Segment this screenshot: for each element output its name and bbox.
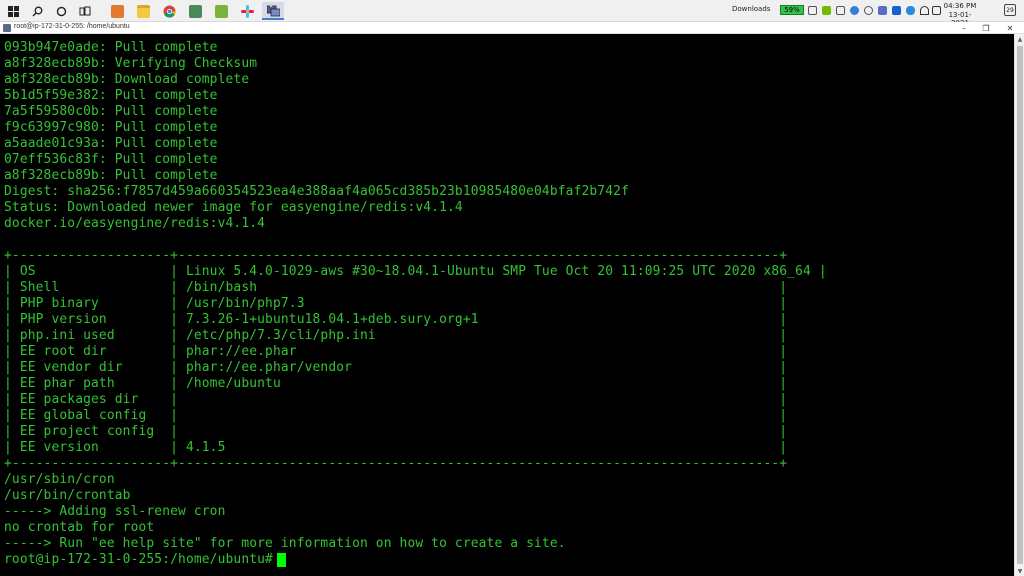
slack-icon	[240, 4, 254, 18]
table-row: | PHP binary | /usr/bin/php7.3 |	[4, 296, 788, 311]
table-row: | PHP version | 7.3.26-1+ubuntu18.04.1+d…	[4, 312, 788, 327]
terminal-line: 093b947e0ade: Pull complete	[4, 40, 218, 55]
table-row: | EE version | 4.1.5 |	[4, 440, 788, 455]
cortana-icon	[56, 6, 66, 16]
bluetooth-icon[interactable]	[892, 6, 901, 15]
terminal-prompt-line[interactable]: root@ip-172-31-0-255:/home/ubuntu#	[4, 552, 286, 568]
terminal-line: f9c63997c980: Pull complete	[4, 120, 218, 135]
table-row: | EE root dir | phar://ee.phar |	[4, 344, 788, 359]
table-border: +--------------------+------------------…	[4, 248, 788, 263]
system-tray: Downloads 59% 04:36 PM 13-01-2021 29	[694, 0, 1024, 27]
terminal-line: 07eff536c83f: Pull complete	[4, 152, 218, 167]
taskbar-app-putty[interactable]	[262, 2, 284, 20]
taskbar-app-slack[interactable]	[238, 2, 256, 20]
terminal-line: docker.io/easyengine/redis:v4.1.4	[4, 216, 266, 231]
taskbar-app-tool[interactable]	[186, 2, 204, 20]
shell-prompt: root@ip-172-31-0-255:/home/ubuntu#	[4, 552, 273, 567]
close-button[interactable]: ✕	[1000, 22, 1020, 34]
windows-start-icon	[7, 5, 19, 17]
minimize-button[interactable]: –	[954, 22, 974, 34]
table-row: | Shell | /bin/bash |	[4, 280, 788, 295]
taskbar-app-file-explorer[interactable]	[134, 2, 152, 20]
terminal-line: Digest: sha256:f7857d459a660354523ea4e38…	[4, 184, 629, 199]
notification-center-button[interactable]: 29	[1004, 4, 1016, 16]
scrollbar-thumb[interactable]	[1017, 46, 1023, 564]
clock-time[interactable]: 04:36 PM	[940, 2, 980, 10]
terminal-line: 5b1d5f59e382: Pull complete	[4, 88, 218, 103]
terminal-line: 7a5f59580c0b: Pull complete	[4, 104, 218, 119]
notepad-plus-icon	[214, 4, 228, 18]
scroll-down-arrow-icon[interactable]: ▼	[1015, 566, 1024, 576]
table-row: | EE phar path | /home/ubuntu |	[4, 376, 788, 391]
file-explorer-icon	[136, 4, 150, 18]
terminal-line: -----> Run "ee help site" for more infor…	[4, 536, 566, 551]
table-row: | OS | Linux 5.4.0-1029-aws #30~18.04.1-…	[4, 264, 827, 279]
terminal-line: a8f328ecb89b: Pull complete	[4, 168, 218, 183]
table-row: | EE global config | |	[4, 408, 788, 423]
cortana-button[interactable]	[52, 2, 70, 20]
terminal-line: -----> Adding ssl-renew cron	[4, 504, 226, 519]
tray-security-icon[interactable]	[864, 6, 873, 15]
windows-taskbar: Downloads 59% 04:36 PM 13-01-2021 29	[0, 0, 1024, 27]
taskbar-app-1[interactable]	[108, 2, 126, 20]
table-row: | EE vendor dir | phar://ee.phar/vendor …	[4, 360, 788, 375]
scroll-up-arrow-icon[interactable]: ▲	[1015, 34, 1024, 44]
search-icon	[32, 6, 42, 16]
putty-icon	[266, 3, 280, 16]
app-tool-icon	[188, 4, 202, 18]
table-row: | EE project config | |	[4, 424, 788, 439]
terminal-line: Status: Downloaded newer image for easye…	[4, 200, 463, 215]
terminal-cursor	[276, 553, 286, 567]
putty-window-icon[interactable]	[3, 24, 11, 32]
window-title: root@ip-172-31-0-255: /home/ubuntu	[14, 23, 130, 30]
wifi-icon[interactable]	[920, 6, 929, 15]
terminal-line: /usr/bin/crontab	[4, 488, 131, 503]
task-view-icon	[79, 6, 91, 15]
table-row: | EE packages dir | |	[4, 392, 788, 407]
app-orange-icon	[110, 4, 124, 18]
restore-button[interactable]: ❐	[976, 22, 996, 34]
terminal-line: a5aade01c93a: Pull complete	[4, 136, 218, 151]
windows-start-button[interactable]	[4, 2, 22, 20]
terminal-output[interactable]: 093b947e0ade: Pull complete a8f328ecb89b…	[0, 34, 1014, 576]
table-row: | php.ini used | /etc/php/7.3/cli/php.in…	[4, 328, 788, 343]
search-button[interactable]	[28, 2, 46, 20]
terminal-line: no crontab for root	[4, 520, 155, 535]
battery-indicator[interactable]: 59%	[780, 5, 804, 15]
taskbar-app-chrome[interactable]	[160, 2, 178, 20]
tray-shield-icon[interactable]	[850, 6, 859, 15]
window-title-bar[interactable]: root@ip-172-31-0-255: /home/ubuntu – ❐ ✕	[0, 22, 1024, 34]
taskbar-app-notepad[interactable]	[212, 2, 230, 20]
terminal-scrollbar[interactable]: ▲ ▼	[1014, 34, 1024, 576]
chrome-icon	[163, 5, 175, 18]
tray-chevron-icon[interactable]	[808, 6, 817, 15]
terminal-line: a8f328ecb89b: Download complete	[4, 72, 250, 87]
downloads-label[interactable]: Downloads	[732, 5, 770, 13]
tray-device-icon[interactable]	[836, 6, 845, 15]
notification-count: 29	[1006, 6, 1014, 14]
tray-app-icon[interactable]	[878, 6, 887, 15]
terminal-line: /usr/sbin/cron	[4, 472, 115, 487]
task-view-button[interactable]	[76, 2, 94, 20]
terminal-line: a8f328ecb89b: Verifying Checksum	[4, 56, 258, 71]
tray-nvidia-icon[interactable]	[822, 6, 831, 15]
battery-percent: 59%	[784, 6, 800, 14]
onedrive-icon[interactable]	[906, 6, 915, 15]
table-border: +--------------------+------------------…	[4, 456, 788, 471]
